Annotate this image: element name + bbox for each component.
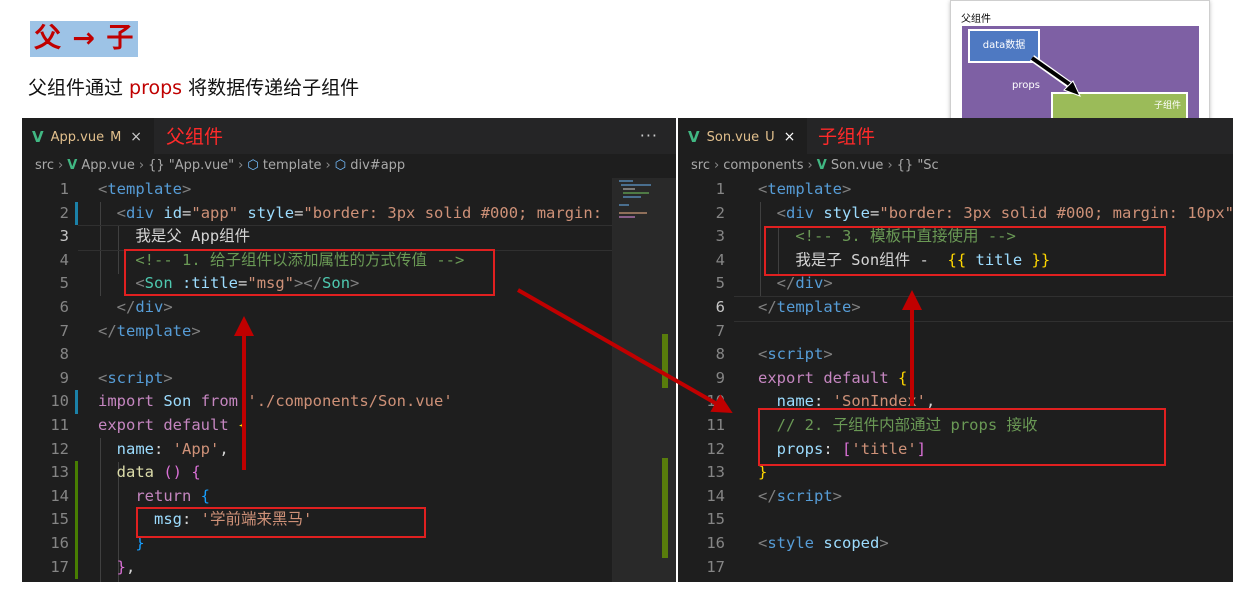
- arrow-diagonal-icon: [517, 288, 733, 413]
- annotation-arrows: [234, 288, 922, 470]
